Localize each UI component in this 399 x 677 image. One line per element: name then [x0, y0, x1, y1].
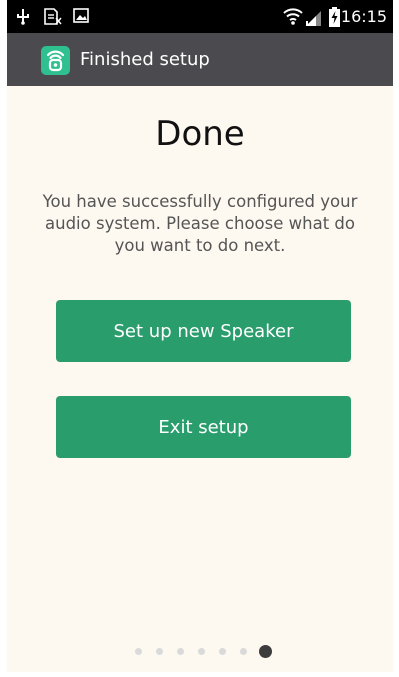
signal-icon [305, 10, 321, 30]
usb-icon [17, 8, 29, 29]
wifi-icon [283, 6, 303, 30]
page-dot-active [259, 645, 272, 658]
speaker-app-icon[interactable] [41, 46, 70, 75]
page-dot [198, 648, 205, 655]
page-indicator [7, 645, 393, 658]
setup-complete-message: You have successfully configured your au… [42, 192, 358, 255]
battery-charging-icon [329, 7, 340, 31]
status-bar: 16:15 [7, 0, 393, 33]
page-dot [177, 648, 184, 655]
page-dot [240, 648, 247, 655]
image-icon [73, 8, 89, 27]
app-screen: 16:15 Finished setup Done You have succe… [7, 0, 393, 672]
page-dot [219, 648, 226, 655]
exit-setup-button[interactable]: Exit setup [56, 396, 351, 458]
action-bar: Finished setup [7, 33, 393, 86]
status-time: 16:15 [340, 7, 387, 26]
page-dot [135, 648, 142, 655]
page-dot [156, 648, 163, 655]
page-title: Done [155, 114, 245, 154]
action-bar-title: Finished setup [80, 49, 210, 70]
sim-icon [44, 8, 62, 29]
setup-new-speaker-button[interactable]: Set up new Speaker [56, 300, 351, 362]
